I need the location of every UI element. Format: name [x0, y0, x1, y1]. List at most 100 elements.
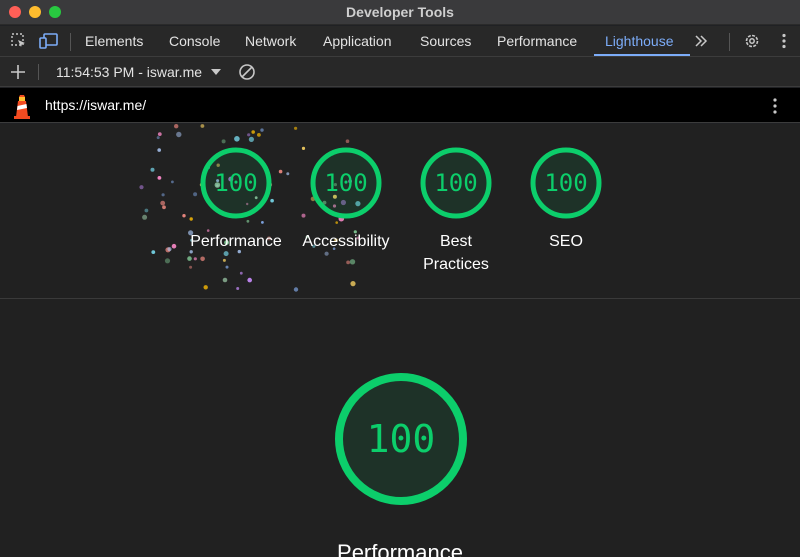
gauge-performance[interactable]: 100 [199, 146, 273, 220]
more-options-icon[interactable] [773, 30, 795, 52]
lighthouse-toolbar: 11:54:53 PM - iswar.me [0, 57, 800, 87]
tab-network[interactable]: Network [245, 26, 296, 57]
confetti-dot [247, 133, 251, 137]
confetti-dot [171, 180, 174, 184]
large-gauge-score: 100 [367, 417, 436, 461]
confetti-dot [193, 257, 197, 261]
confetti-dot [248, 136, 254, 142]
report-menu-icon[interactable] [764, 95, 786, 117]
window-title: Developer Tools [346, 4, 454, 20]
title-bar: Developer Tools [0, 0, 800, 25]
confetti-dot [350, 281, 356, 287]
confetti-dot [162, 205, 166, 210]
confetti-dot [257, 133, 261, 137]
confetti-dot [200, 256, 205, 262]
confetti-dot [200, 124, 205, 128]
confetti-dot [239, 271, 243, 275]
confetti-dot [301, 146, 306, 150]
confetti-dot [203, 285, 208, 290]
confetti-dot [174, 124, 179, 129]
section-divider [0, 298, 800, 299]
clear-reports-icon[interactable] [236, 61, 258, 83]
gauge-seo[interactable]: 100 [529, 146, 603, 220]
confetti-dot [150, 167, 155, 172]
report-url-bar: https://iswar.me/ [0, 88, 800, 123]
devtools-tab-bar: Elements Console Network Application Sou… [0, 26, 800, 57]
confetti-dot [247, 277, 252, 283]
gauge-score: 100 [434, 169, 477, 197]
active-tab-indicator [594, 54, 690, 56]
confetti-dot [157, 176, 162, 180]
minimize-window-button[interactable] [29, 6, 41, 18]
confetti-dot [335, 221, 339, 224]
toolbar-separator [38, 64, 39, 80]
confetti-dot [346, 260, 350, 265]
lighthouse-report: 100 100 100 100 Performance Accessibilit… [0, 124, 800, 557]
confetti-dot [349, 259, 356, 265]
tab-performance[interactable]: Performance [497, 26, 577, 57]
confetti-dot [294, 126, 298, 130]
confetti-dot [189, 217, 193, 221]
confetti-dot [164, 258, 171, 264]
tab-sources[interactable]: Sources [420, 26, 471, 57]
devtools-window: Developer Tools Elements Console Network… [0, 0, 800, 557]
inspect-element-icon[interactable] [8, 30, 30, 52]
confetti-dot [193, 192, 198, 197]
confetti-dot [151, 250, 156, 254]
new-report-plus-icon[interactable] [7, 61, 29, 83]
lighthouse-logo-icon [10, 93, 34, 119]
dropdown-arrow-icon[interactable] [205, 61, 227, 83]
confetti-dot [236, 287, 240, 290]
gauge-best-practices[interactable]: 100 [419, 146, 493, 220]
tab-application[interactable]: Application [323, 26, 392, 57]
tab-lighthouse[interactable]: Lighthouse [605, 26, 674, 57]
gauge-score: 100 [214, 169, 257, 197]
confetti-dot [157, 132, 162, 136]
more-tabs-chevron-icon[interactable] [690, 30, 712, 52]
tab-console[interactable]: Console [169, 26, 220, 57]
device-toolbar-icon[interactable] [38, 30, 60, 52]
gauge-performance-large: 100 [333, 371, 469, 507]
report-url[interactable]: https://iswar.me/ [45, 88, 146, 123]
confetti-dot [187, 256, 192, 261]
gauge-score: 100 [544, 169, 587, 197]
settings-gear-icon[interactable] [741, 30, 763, 52]
confetti-dot [222, 258, 226, 262]
confetti-dot [142, 214, 148, 220]
confetti-dot [182, 214, 186, 218]
gauge-score: 100 [324, 169, 367, 197]
confetti-dot [301, 213, 306, 218]
tab-separator [729, 33, 730, 51]
confetti-dot [139, 185, 144, 190]
gauge-accessibility[interactable]: 100 [309, 146, 383, 220]
tab-separator [70, 33, 71, 51]
gauge-label-seo: SEO [549, 233, 583, 250]
confetti-dot [251, 130, 255, 134]
confetti-dot [260, 128, 264, 132]
confetti-dot [176, 131, 182, 138]
confetti-dot [293, 287, 299, 292]
large-gauge-label: Performance [337, 540, 463, 557]
confetti-dot [160, 200, 166, 206]
confetti-dot [144, 208, 149, 213]
confetti-dot [167, 247, 172, 252]
close-window-button[interactable] [9, 6, 21, 18]
confetti-dot [261, 221, 264, 224]
confetti-dot [234, 136, 240, 142]
confetti-dot [189, 265, 193, 269]
confetti-dot [278, 169, 283, 174]
confetti-dot [222, 277, 228, 283]
report-selector[interactable]: 11:54:53 PM - iswar.me [56, 57, 202, 87]
maximize-window-button[interactable] [49, 6, 61, 18]
tab-elements[interactable]: Elements [85, 26, 143, 57]
confetti-dot [157, 148, 161, 152]
confetti-dot [221, 139, 226, 144]
gauge-label-performance: Performance [190, 233, 282, 250]
confetti-dot [286, 172, 290, 176]
gauge-label-best-practices: Best Practices [423, 233, 489, 273]
confetti-dot [161, 193, 165, 197]
confetti-dot [225, 265, 229, 269]
gauge-label-accessibility: Accessibility [302, 233, 390, 250]
confetti-dot [246, 219, 250, 223]
confetti-dot [156, 136, 160, 140]
